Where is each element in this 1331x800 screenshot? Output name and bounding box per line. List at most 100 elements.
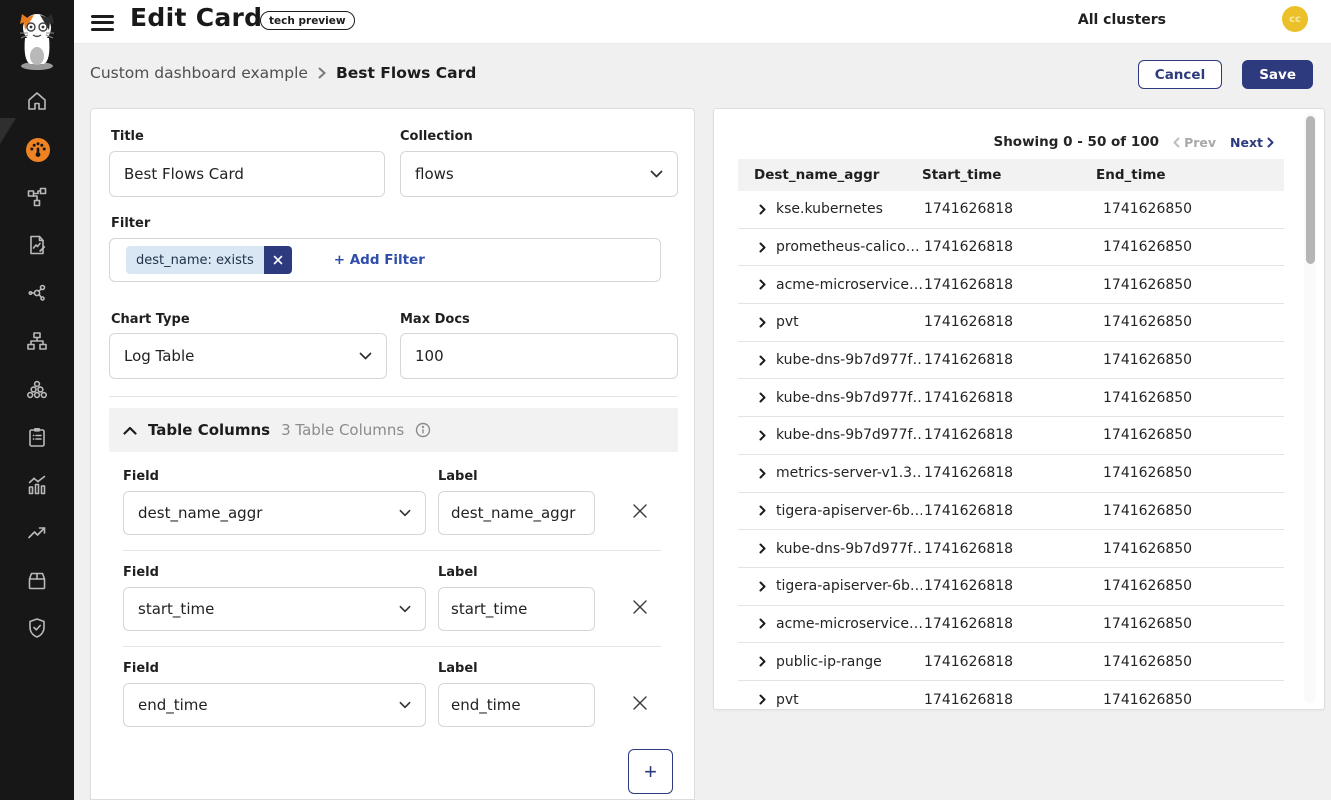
sidebar-item-hierarchy[interactable] — [25, 329, 49, 353]
column-label-input-field[interactable] — [451, 696, 582, 714]
sidebar-item-clusters[interactable] — [25, 377, 49, 401]
table-row[interactable]: acme-microservice… 1741626818 1741626850 — [738, 606, 1284, 644]
sidebar-item-compliance[interactable] — [25, 425, 49, 449]
row-dest-name: kse.kubernetes — [776, 201, 883, 217]
row-start-time: 1741626818 — [922, 239, 1096, 255]
tree-hierarchy-icon — [25, 329, 49, 353]
row-start-time: 1741626818 — [922, 616, 1096, 632]
cancel-button[interactable]: Cancel — [1138, 60, 1222, 89]
remove-column-button[interactable] — [631, 502, 653, 524]
row-start-time: 1741626818 — [922, 541, 1096, 557]
table-row[interactable]: kube-dns-9b7d977f… 1741626818 1741626850 — [738, 342, 1284, 380]
filter-box[interactable]: dest_name: exists + Add Filter — [109, 238, 661, 282]
label-label: Label — [438, 469, 478, 484]
table-row[interactable]: pvt 1741626818 1741626850 — [738, 681, 1284, 719]
title-input-field[interactable] — [124, 165, 370, 183]
row-end-time: 1741626850 — [1096, 352, 1284, 368]
table-row[interactable]: kube-dns-9b7d977f… 1741626818 1741626850 — [738, 379, 1284, 417]
sidebar-item-packages[interactable] — [25, 569, 49, 593]
table-row[interactable]: pvt 1741626818 1741626850 — [738, 304, 1284, 342]
column-field-select[interactable]: start_time — [123, 587, 426, 631]
row-end-time: 1741626850 — [1096, 277, 1284, 293]
column-label-input[interactable] — [438, 491, 595, 535]
table-row[interactable]: acme-microservice… 1741626818 1741626850 — [738, 266, 1284, 304]
next-page-button[interactable]: Next — [1230, 135, 1274, 150]
expand-row-chevron-icon[interactable] — [759, 430, 766, 441]
hamburger-menu-icon[interactable] — [91, 11, 114, 33]
chart-type-value: Log Table — [124, 347, 194, 365]
sidebar-item-dashboards[interactable] — [25, 137, 49, 161]
collection-select[interactable]: flows — [400, 151, 678, 197]
row-end-time: 1741626850 — [1096, 616, 1284, 632]
table-row[interactable]: prometheus-calico… 1741626818 1741626850 — [738, 229, 1284, 267]
preview-table-header: Dest_name_aggr Start_time End_time — [738, 159, 1284, 191]
table-columns-section-header[interactable]: Table Columns 3 Table Columns — [109, 408, 678, 452]
table-row[interactable]: kube-dns-9b7d977f… 1741626818 1741626850 — [738, 530, 1284, 568]
expand-row-chevron-icon[interactable] — [759, 618, 766, 629]
add-column-button[interactable]: + — [628, 749, 673, 794]
table-row[interactable]: public-ip-range 1741626818 1741626850 — [738, 643, 1284, 681]
sidebar-item-trends[interactable] — [25, 521, 49, 545]
chevron-right-icon — [1267, 137, 1274, 148]
expand-row-chevron-icon[interactable] — [759, 656, 766, 667]
prev-page-button[interactable]: Prev — [1173, 135, 1216, 150]
chart-type-select[interactable]: Log Table — [109, 333, 387, 379]
expand-row-chevron-icon[interactable] — [759, 694, 766, 705]
expand-row-chevron-icon[interactable] — [759, 355, 766, 366]
preview-scrollbar-track[interactable] — [1304, 113, 1316, 703]
sidebar-item-home[interactable] — [25, 89, 49, 113]
top-bar: Edit Card tech preview All clusters cc — [74, 0, 1331, 44]
column-field-value: start_time — [138, 600, 214, 618]
table-row[interactable]: tigera-apiserver-6b… 1741626818 17416268… — [738, 493, 1284, 531]
expand-row-chevron-icon[interactable] — [759, 242, 766, 253]
column-label-input[interactable] — [438, 587, 595, 631]
expand-row-chevron-icon[interactable] — [759, 279, 766, 290]
title-input[interactable] — [109, 151, 385, 197]
sidebar-item-security[interactable] — [25, 616, 49, 640]
column-label-input-field[interactable] — [451, 504, 582, 522]
expand-row-chevron-icon[interactable] — [759, 543, 766, 554]
label-label: Label — [438, 661, 478, 676]
sidebar-item-analytics[interactable] — [25, 473, 49, 497]
expand-row-chevron-icon[interactable] — [759, 468, 766, 479]
chevron-down-icon — [399, 605, 411, 613]
sidebar-item-service-graph[interactable] — [25, 281, 49, 305]
row-start-time: 1741626818 — [922, 578, 1096, 594]
save-button[interactable]: Save — [1242, 60, 1313, 89]
table-row[interactable]: kse.kubernetes 1741626818 1741626850 — [738, 191, 1284, 229]
page-title: Edit Card — [130, 3, 262, 32]
column-label-input-field[interactable] — [451, 600, 582, 618]
close-icon — [273, 255, 283, 265]
expand-row-chevron-icon[interactable] — [759, 392, 766, 403]
remove-filter-button[interactable] — [264, 246, 292, 274]
row-start-time: 1741626818 — [922, 352, 1096, 368]
remove-column-button[interactable] — [631, 598, 653, 620]
label-label: Label — [438, 565, 478, 580]
sidebar-item-policies[interactable] — [25, 233, 49, 257]
preview-scrollbar-thumb[interactable] — [1306, 116, 1315, 264]
max-docs-input-field[interactable] — [415, 347, 663, 365]
column-field-select[interactable]: end_time — [123, 683, 426, 727]
row-end-time: 1741626850 — [1096, 427, 1284, 443]
cluster-selector[interactable]: All clusters — [1078, 12, 1166, 28]
remove-column-button[interactable] — [631, 694, 653, 716]
table-row[interactable]: metrics-server-v1.3… 1741626818 17416268… — [738, 455, 1284, 493]
tech-preview-badge: tech preview — [260, 11, 355, 30]
expand-row-chevron-icon[interactable] — [759, 581, 766, 592]
row-dest-name: acme-microservice… — [776, 616, 922, 632]
column-label-input[interactable] — [438, 683, 595, 727]
avatar[interactable]: cc — [1282, 6, 1308, 32]
table-row[interactable]: kube-dns-9b7d977f… 1741626818 1741626850 — [738, 417, 1284, 455]
sidebar-item-flows[interactable] — [25, 185, 49, 209]
expand-row-chevron-icon[interactable] — [759, 505, 766, 516]
expand-row-chevron-icon[interactable] — [759, 317, 766, 328]
column-field-select[interactable]: dest_name_aggr — [123, 491, 426, 535]
max-docs-input[interactable] — [400, 333, 678, 379]
row-start-time: 1741626818 — [922, 314, 1096, 330]
row-end-time: 1741626850 — [1096, 503, 1284, 519]
add-filter-link[interactable]: + Add Filter — [334, 252, 425, 268]
breadcrumb-parent-link[interactable]: Custom dashboard example — [90, 64, 308, 82]
edit-card-form-panel: Title Collection flows Filter dest_name:… — [90, 108, 695, 800]
table-row[interactable]: tigera-apiserver-6b… 1741626818 17416268… — [738, 568, 1284, 606]
expand-row-chevron-icon[interactable] — [759, 204, 766, 215]
